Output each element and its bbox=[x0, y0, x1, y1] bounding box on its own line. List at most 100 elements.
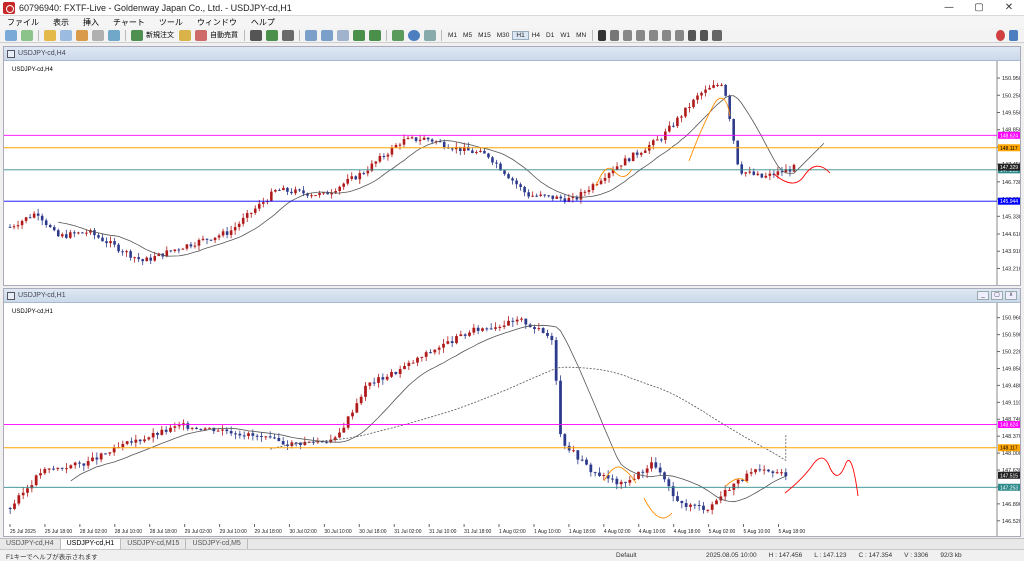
chart-window-h1[interactable]: USDJPY-cd,H1 _ ▢ x USDJPY-cd,H1 150.960 15… bbox=[3, 288, 1022, 537]
menu-tools[interactable]: ツール bbox=[152, 17, 190, 28]
candle-body bbox=[221, 231, 225, 236]
blue-level-label: 145.944 bbox=[1000, 199, 1018, 205]
candle-body bbox=[113, 241, 116, 245]
arrows-icon[interactable] bbox=[712, 29, 723, 41]
menu-insert[interactable]: 挿入 bbox=[76, 17, 106, 28]
tab-m5[interactable]: USDJPY-cd,M5 bbox=[186, 539, 248, 549]
chart-minimize-button[interactable]: _ bbox=[977, 291, 989, 300]
cursor-icon[interactable] bbox=[598, 29, 607, 41]
candle-body bbox=[433, 349, 437, 353]
channel-icon[interactable] bbox=[662, 29, 672, 41]
candle-body bbox=[8, 507, 12, 509]
tab-h1[interactable]: USDJPY-cd,H1 bbox=[60, 539, 122, 549]
crosshair-icon[interactable] bbox=[610, 29, 620, 41]
timeframe-h1[interactable]: H1 bbox=[512, 30, 529, 40]
bar-chart-icon[interactable] bbox=[250, 29, 262, 41]
fibonacci-icon[interactable] bbox=[675, 29, 685, 41]
status-bar: F1キーでヘルプが表示されます Default 2025.08.05 10:00… bbox=[0, 549, 1024, 561]
price-tick-label: 150.250 bbox=[1002, 93, 1020, 99]
candle-body bbox=[611, 478, 614, 480]
trendline-icon[interactable] bbox=[649, 29, 659, 41]
candle-body bbox=[550, 335, 554, 341]
candle-body bbox=[410, 137, 414, 139]
tester-icon[interactable] bbox=[108, 29, 120, 41]
new-chart-icon[interactable] bbox=[5, 29, 17, 41]
window-title: 60796940: FXTF-Live - Goldenway Japan Co… bbox=[19, 2, 292, 13]
candle-body bbox=[489, 328, 493, 330]
market-watch-icon[interactable] bbox=[44, 29, 56, 41]
vertical-line-icon[interactable] bbox=[623, 29, 633, 41]
periods-icon[interactable] bbox=[408, 29, 420, 41]
menu-chart[interactable]: チャート bbox=[106, 17, 152, 28]
candle-body bbox=[760, 173, 764, 178]
candle-body bbox=[519, 184, 522, 187]
horizontal-line-icon[interactable] bbox=[636, 29, 646, 41]
tab-m15[interactable]: USDJPY-cd,M15 bbox=[121, 539, 187, 549]
timeframe-m30[interactable]: M30 bbox=[494, 32, 513, 39]
editor-icon[interactable] bbox=[179, 29, 191, 41]
timeframe-m15[interactable]: M15 bbox=[475, 32, 494, 39]
timeframe-w1[interactable]: W1 bbox=[557, 32, 573, 39]
new-order-icon[interactable] bbox=[131, 29, 143, 41]
timeframe-mn[interactable]: MN bbox=[573, 32, 589, 39]
search-icon[interactable] bbox=[996, 29, 1005, 41]
timeframe-d1[interactable]: D1 bbox=[543, 32, 557, 39]
chart-shift-icon[interactable] bbox=[353, 29, 365, 41]
auto-trade-icon[interactable] bbox=[195, 29, 207, 41]
minimize-button[interactable]: — bbox=[934, 0, 964, 16]
data-window-icon[interactable] bbox=[60, 29, 72, 41]
candle-body bbox=[643, 150, 647, 153]
templates-icon[interactable] bbox=[424, 29, 436, 41]
navigator-icon[interactable] bbox=[76, 29, 88, 41]
tile-windows-icon[interactable] bbox=[337, 29, 349, 41]
chart-close-button[interactable]: x bbox=[1005, 291, 1017, 300]
text-icon[interactable] bbox=[688, 29, 697, 41]
community-icon[interactable] bbox=[1009, 29, 1018, 41]
time-tick-label: 1 Aug 18:00 bbox=[569, 529, 596, 535]
candle-body bbox=[559, 380, 562, 435]
candle-body bbox=[52, 468, 55, 470]
candle-body bbox=[229, 431, 233, 434]
candle-body bbox=[294, 442, 298, 444]
candle-body bbox=[359, 396, 363, 404]
chart-symbol-label: USDJPY-cd,H1 bbox=[12, 309, 53, 315]
chart-window-h4[interactable]: USDJPY-cd,H4 USDJPY-cd,H4 150.950 150.250 1… bbox=[3, 46, 1022, 286]
close-button[interactable]: ✕ bbox=[994, 0, 1024, 16]
menu-help[interactable]: ヘルプ bbox=[244, 17, 282, 28]
candle-body bbox=[775, 472, 779, 474]
indicators-icon[interactable] bbox=[392, 29, 404, 41]
menu-view[interactable]: 表示 bbox=[46, 17, 76, 28]
timeframe-m5[interactable]: M5 bbox=[460, 32, 475, 39]
line-chart-icon[interactable] bbox=[282, 29, 294, 41]
pattern-path bbox=[595, 97, 731, 187]
candle-body bbox=[245, 213, 249, 218]
candle-body bbox=[190, 427, 194, 429]
zoom-out-icon[interactable] bbox=[321, 29, 333, 41]
chart-maximize-button[interactable]: ▢ bbox=[991, 291, 1003, 300]
profiles-icon[interactable] bbox=[21, 29, 33, 41]
candle-body bbox=[768, 173, 772, 176]
menu-file[interactable]: ファイル bbox=[0, 17, 46, 28]
candlestick-chart-h1[interactable]: USDJPY-cd,H1 150.960 150.590 150.220 149.850… bbox=[4, 303, 1022, 536]
candle-body bbox=[217, 235, 221, 238]
candle-body bbox=[212, 427, 216, 432]
maximize-button[interactable]: ▢ bbox=[964, 0, 994, 16]
time-tick-label: 30 Jul 02:00 bbox=[289, 529, 316, 535]
zoom-in-icon[interactable] bbox=[305, 29, 317, 41]
auto-trade-button[interactable]: 自動売買 bbox=[210, 30, 238, 40]
label-icon[interactable] bbox=[700, 29, 709, 41]
terminal-icon[interactable] bbox=[92, 29, 104, 41]
candlestick-icon[interactable] bbox=[266, 29, 278, 41]
menu-window[interactable]: ウィンドウ bbox=[190, 17, 244, 28]
candlestick-chart-h4[interactable]: USDJPY-cd,H4150.950150.250149.550148.850… bbox=[4, 61, 1022, 285]
tab-h4[interactable]: USDJPY-cd,H4 bbox=[0, 539, 61, 549]
candle-body bbox=[559, 196, 563, 199]
candle-body bbox=[177, 249, 181, 251]
autoscroll-icon[interactable] bbox=[369, 29, 381, 41]
candle-body bbox=[346, 416, 350, 428]
new-order-button[interactable]: 新規注文 bbox=[146, 30, 174, 40]
candle-body bbox=[278, 189, 281, 191]
candle-body bbox=[104, 453, 107, 455]
timeframe-h4[interactable]: H4 bbox=[529, 32, 543, 39]
timeframe-m1[interactable]: M1 bbox=[445, 32, 460, 39]
